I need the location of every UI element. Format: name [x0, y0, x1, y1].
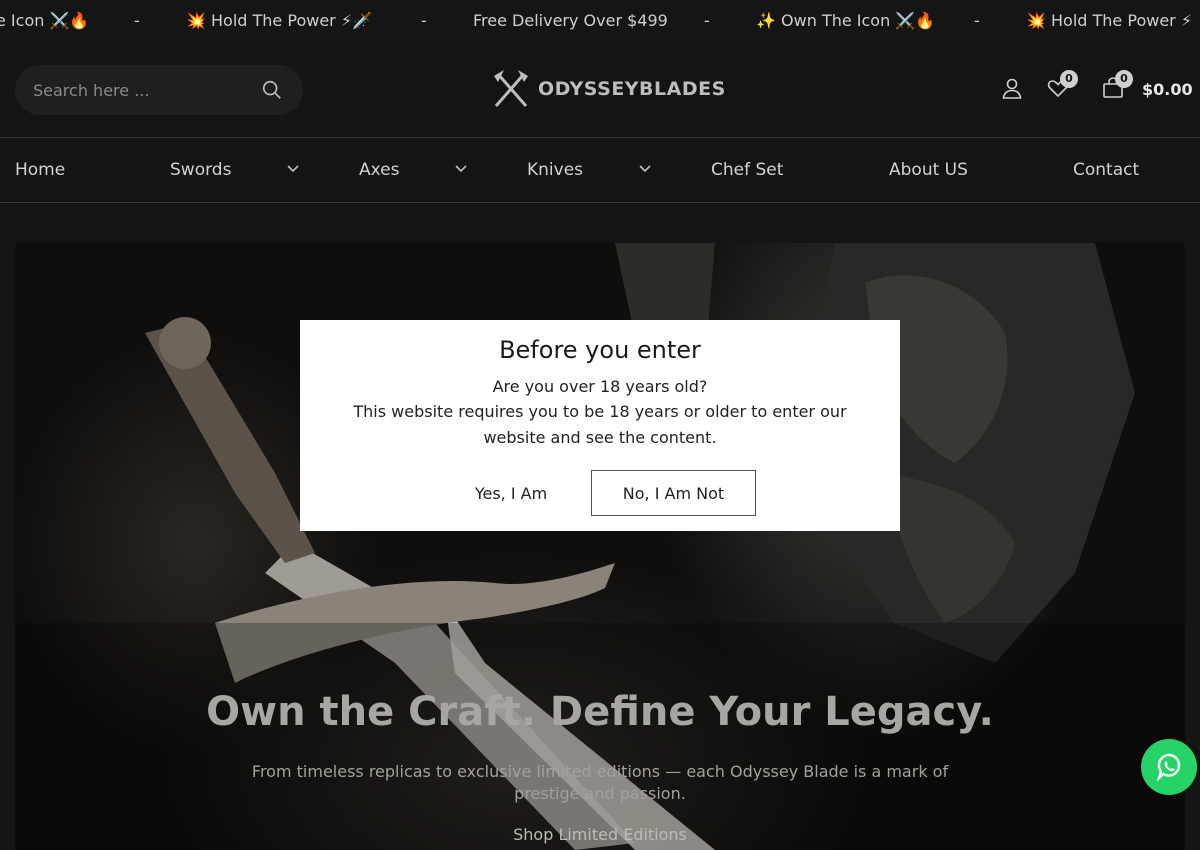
search-icon[interactable]: [261, 79, 283, 101]
account-icon[interactable]: [1000, 76, 1024, 100]
hero-subtitle: From timeless replicas to exclusive limi…: [251, 762, 949, 803]
cart-total[interactable]: $0.00: [1142, 80, 1193, 99]
chevron-down-icon[interactable]: [286, 164, 300, 174]
chevron-down-icon[interactable]: [638, 164, 652, 174]
nav-item-knives[interactable]: Knives: [527, 160, 583, 180]
wishlist-count-badge: 0: [1060, 70, 1078, 88]
nav-item-contact[interactable]: Contact: [1073, 160, 1139, 180]
nav-item-about-us[interactable]: About US: [889, 160, 968, 180]
main-nav: Home Swords Axes Knives Chef Set About U…: [0, 138, 1200, 203]
age-question: Are you over 18 years old?: [492, 377, 708, 396]
announcement-separator: -: [134, 11, 140, 30]
announcement-bar: e Icon ⚔️🔥 - 💥 Hold The Power ⚡🗡️ - Free…: [0, 0, 1200, 42]
announcement-separator: -: [704, 11, 710, 30]
hero-title: Own the Craft. Define Your Legacy.: [206, 689, 994, 735]
announcement-separator: -: [974, 11, 980, 30]
shop-limited-editions-link[interactable]: Shop Limited Editions: [15, 825, 1185, 844]
search-bar: [15, 65, 303, 115]
chevron-down-icon[interactable]: [454, 164, 468, 174]
site-header: ODYSSEYBLADES 0 0 $0.00: [0, 42, 1200, 138]
announcement-item: e Icon ⚔️🔥: [0, 11, 90, 30]
confirm-age-button[interactable]: Yes, I Am: [451, 470, 571, 516]
crossed-axes-logo-icon: [494, 70, 528, 107]
age-requirement-message: This website requires you to be 18 years…: [353, 402, 847, 447]
whatsapp-icon: [1156, 753, 1181, 782]
site-logo[interactable]: ODYSSEYBLADES: [488, 66, 726, 112]
modal-title: Before you enter: [499, 336, 701, 364]
nav-item-home[interactable]: Home: [15, 160, 65, 180]
nav-item-swords[interactable]: Swords: [170, 160, 231, 180]
search-input[interactable]: [33, 65, 253, 115]
announcement-separator: -: [421, 11, 427, 30]
nav-item-axes[interactable]: Axes: [359, 160, 399, 180]
announcement-item: ✨ Own The Icon ⚔️🔥: [756, 11, 936, 30]
announcement-item: 💥 Hold The Power ⚡: [1026, 11, 1193, 30]
logo-text: ODYSSEYBLADES: [538, 78, 726, 100]
cart-count-badge: 0: [1115, 70, 1133, 88]
announcement-item: Free Delivery Over $499: [473, 11, 668, 30]
announcement-item: 💥 Hold The Power ⚡🗡️: [186, 11, 372, 30]
nav-item-chef-set[interactable]: Chef Set: [711, 160, 783, 180]
whatsapp-chat-button[interactable]: [1141, 739, 1197, 795]
deny-age-button[interactable]: No, I Am Not: [591, 470, 756, 516]
